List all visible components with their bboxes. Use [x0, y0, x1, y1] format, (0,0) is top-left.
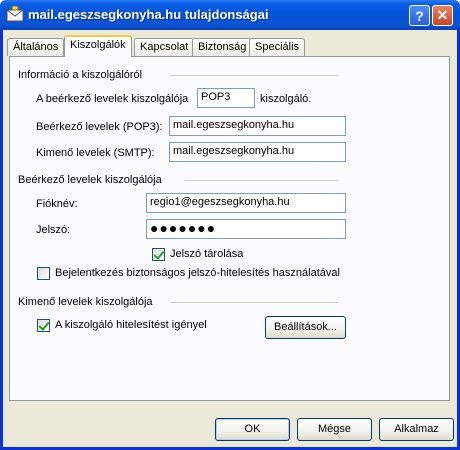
incoming-server-heading: Beérkező levelek kiszolgálója — [18, 174, 162, 186]
outgoing-server-label: Kimenő levelek (SMTP): — [36, 147, 155, 159]
ok-button[interactable]: OK — [215, 418, 290, 441]
outgoing-server-heading: Kimenő levelek kiszolgálója — [18, 296, 153, 308]
requires-auth-checkbox[interactable] — [37, 319, 50, 332]
requires-auth-label[interactable]: A kiszolgáló hitelesítést igényel — [55, 319, 207, 331]
close-icon: ✕ — [436, 7, 449, 23]
apply-button[interactable]: Alkalmaz — [379, 418, 454, 441]
group-divider — [184, 180, 338, 181]
incoming-server-label: Beérkező levelek (POP3): — [36, 121, 163, 133]
help-button[interactable]: ? — [409, 5, 430, 26]
account-name-field[interactable]: regio1@egeszsegkonyha.hu — [146, 193, 346, 213]
tab-security[interactable]: Biztonság — [192, 38, 253, 56]
tab-advanced[interactable]: Speciális — [249, 38, 306, 56]
group-divider — [170, 75, 338, 76]
settings-button[interactable]: Beállítások... — [265, 316, 346, 339]
incoming-type-suffix: kiszolgáló. — [260, 93, 312, 105]
cancel-button[interactable]: Mégse — [297, 418, 372, 441]
properties-dialog: mail.egeszsegkonyha.hu tulajdonságai ? ✕… — [0, 0, 460, 450]
password-label: Jelszó: — [36, 224, 71, 236]
close-button[interactable]: ✕ — [432, 5, 453, 26]
tab-servers[interactable]: Kiszolgálók — [64, 35, 132, 57]
help-icon: ? — [415, 7, 424, 24]
spa-checkbox[interactable] — [37, 267, 50, 280]
spa-label[interactable]: Bejelentkezés biztonságos jelszó-hiteles… — [55, 267, 340, 279]
window-title: mail.egeszsegkonyha.hu tulajdonságai — [28, 7, 269, 22]
title-bar[interactable]: mail.egeszsegkonyha.hu tulajdonságai ? ✕ — [0, 0, 460, 30]
servers-panel: Információ a kiszolgálóról A beérkező le… — [9, 56, 450, 401]
group-divider — [170, 302, 338, 303]
outgoing-server-field[interactable]: mail.egeszsegkonyha.hu — [169, 142, 346, 162]
server-info-heading: Információ a kiszolgálóról — [18, 69, 143, 81]
tab-general[interactable]: Általános — [7, 38, 65, 56]
remember-password-label[interactable]: Jelszó tárolása — [170, 248, 243, 260]
password-field[interactable]: ●●●●●●● — [146, 219, 346, 239]
remember-password-checkbox[interactable] — [152, 248, 165, 261]
tab-connection[interactable]: Kapcsolat — [134, 38, 195, 56]
incoming-server-field[interactable]: mail.egeszsegkonyha.hu — [169, 116, 346, 136]
incoming-type-label: A beérkező levelek kiszolgálója — [36, 93, 189, 105]
incoming-type-value: POP3 — [197, 88, 255, 108]
account-name-label: Fióknév: — [36, 198, 78, 210]
mail-account-icon — [6, 6, 24, 22]
